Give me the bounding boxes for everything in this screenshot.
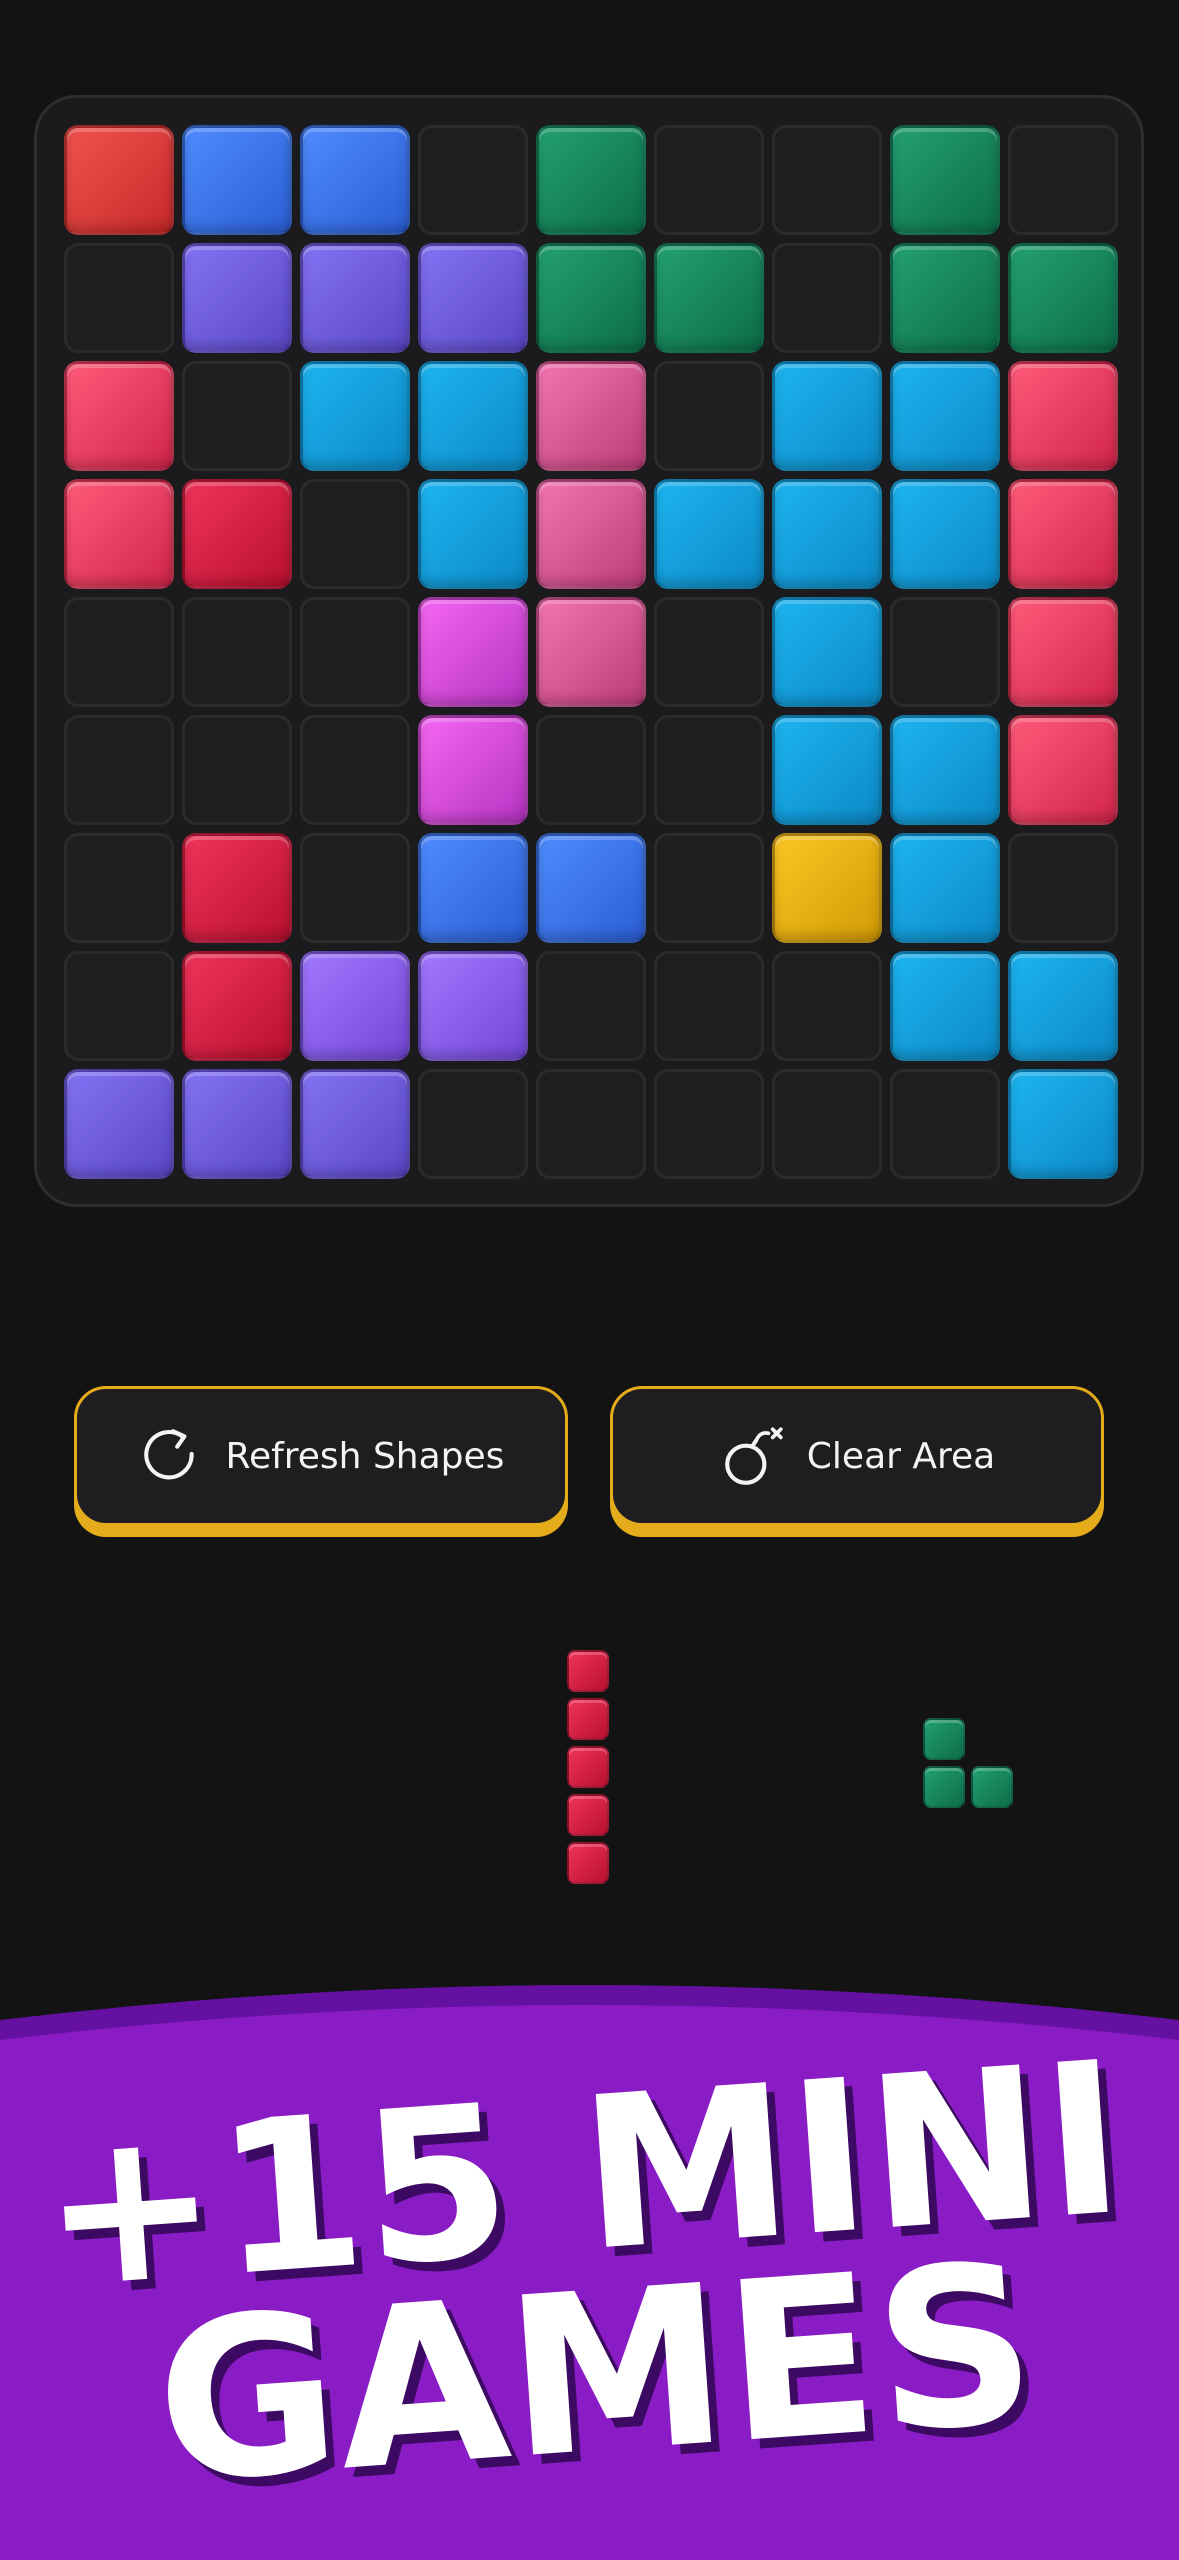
board-block[interactable] <box>536 125 646 235</box>
board-block[interactable] <box>300 361 410 471</box>
board-block[interactable] <box>418 715 528 825</box>
board-cell-empty[interactable] <box>654 597 764 707</box>
board-cell-empty[interactable] <box>654 951 764 1061</box>
board-cell-empty[interactable] <box>300 597 410 707</box>
board-block[interactable] <box>772 361 882 471</box>
board-cell-empty[interactable] <box>64 833 174 943</box>
refresh-icon <box>138 1423 204 1489</box>
board-cell-empty[interactable] <box>536 951 646 1061</box>
piece-block[interactable] <box>567 1650 609 1692</box>
board-block[interactable] <box>1008 243 1118 353</box>
board-block[interactable] <box>300 951 410 1061</box>
board-block[interactable] <box>64 479 174 589</box>
board-block[interactable] <box>64 125 174 235</box>
board-block[interactable] <box>536 243 646 353</box>
board-cell-empty[interactable] <box>772 951 882 1061</box>
clear-area-label: Clear Area <box>806 1435 996 1477</box>
piece-block[interactable] <box>923 1718 965 1760</box>
board-block[interactable] <box>536 361 646 471</box>
board-block[interactable] <box>890 833 1000 943</box>
board-block[interactable] <box>654 243 764 353</box>
board-cell-empty[interactable] <box>300 833 410 943</box>
piece-block[interactable] <box>567 1746 609 1788</box>
board-block[interactable] <box>418 479 528 589</box>
board-cell-empty[interactable] <box>772 1069 882 1179</box>
bomb-icon <box>719 1423 785 1489</box>
board-block[interactable] <box>182 1069 292 1179</box>
board-block[interactable] <box>300 125 410 235</box>
board-cell-empty[interactable] <box>654 361 764 471</box>
board-block[interactable] <box>64 361 174 471</box>
board-block[interactable] <box>890 243 1000 353</box>
board-cell-empty[interactable] <box>654 125 764 235</box>
piece-block[interactable] <box>567 1842 609 1884</box>
board-cell-empty[interactable] <box>890 1069 1000 1179</box>
board-cell-empty[interactable] <box>772 243 882 353</box>
board-block[interactable] <box>536 479 646 589</box>
board-cell-empty[interactable] <box>1008 833 1118 943</box>
board-block[interactable] <box>772 833 882 943</box>
board-block[interactable] <box>418 951 528 1061</box>
board-block[interactable] <box>772 479 882 589</box>
board-cell-empty[interactable] <box>182 361 292 471</box>
board-cell-empty[interactable] <box>654 833 764 943</box>
board-block[interactable] <box>772 597 882 707</box>
board-cell-empty[interactable] <box>64 951 174 1061</box>
board-block[interactable] <box>1008 361 1118 471</box>
board-block[interactable] <box>418 597 528 707</box>
board-block[interactable] <box>1008 597 1118 707</box>
promo-banner: +15 MINI +15 MINI GAMES GAMES <box>0 1960 1179 2560</box>
board-cell-empty[interactable] <box>300 479 410 589</box>
game-board[interactable] <box>34 95 1144 1207</box>
board-cell-empty[interactable] <box>1008 125 1118 235</box>
board-cell-empty[interactable] <box>300 715 410 825</box>
board-cell-empty[interactable] <box>418 125 528 235</box>
board-block[interactable] <box>182 951 292 1061</box>
board-cell-empty[interactable] <box>182 597 292 707</box>
board-block[interactable] <box>536 833 646 943</box>
board-block[interactable] <box>418 833 528 943</box>
board-block[interactable] <box>300 1069 410 1179</box>
board-block[interactable] <box>890 479 1000 589</box>
clear-area-button[interactable]: Clear Area <box>610 1386 1104 1526</box>
board-block[interactable] <box>182 833 292 943</box>
board-block[interactable] <box>890 125 1000 235</box>
board-block[interactable] <box>182 125 292 235</box>
board-block[interactable] <box>182 243 292 353</box>
piece-block[interactable] <box>971 1766 1013 1808</box>
board-block[interactable] <box>418 361 528 471</box>
refresh-shapes-label: Refresh Shapes <box>225 1435 505 1477</box>
piece-block[interactable] <box>923 1766 965 1808</box>
board-cell-empty[interactable] <box>418 1069 528 1179</box>
board-block[interactable] <box>1008 951 1118 1061</box>
board-cell-empty[interactable] <box>64 243 174 353</box>
board-block[interactable] <box>418 243 528 353</box>
board-cell-empty[interactable] <box>890 597 1000 707</box>
board-cell-empty[interactable] <box>64 715 174 825</box>
board-block[interactable] <box>890 951 1000 1061</box>
board-cell-empty[interactable] <box>536 1069 646 1179</box>
piece-block[interactable] <box>567 1794 609 1836</box>
board-cell-empty[interactable] <box>654 715 764 825</box>
board-block[interactable] <box>1008 479 1118 589</box>
board-block[interactable] <box>890 715 1000 825</box>
board-block[interactable] <box>300 243 410 353</box>
board-cell-empty[interactable] <box>64 597 174 707</box>
board-block[interactable] <box>654 479 764 589</box>
board-block[interactable] <box>772 715 882 825</box>
board-block[interactable] <box>890 361 1000 471</box>
piece-block[interactable] <box>567 1698 609 1740</box>
refresh-shapes-button[interactable]: Refresh Shapes <box>74 1386 568 1526</box>
board-cell-empty[interactable] <box>654 1069 764 1179</box>
board-block[interactable] <box>182 479 292 589</box>
board-cell-empty[interactable] <box>536 715 646 825</box>
board-cell-empty[interactable] <box>772 125 882 235</box>
board-block[interactable] <box>64 1069 174 1179</box>
board-block[interactable] <box>536 597 646 707</box>
board-cell-empty[interactable] <box>182 715 292 825</box>
board-block[interactable] <box>1008 715 1118 825</box>
board-block[interactable] <box>1008 1069 1118 1179</box>
